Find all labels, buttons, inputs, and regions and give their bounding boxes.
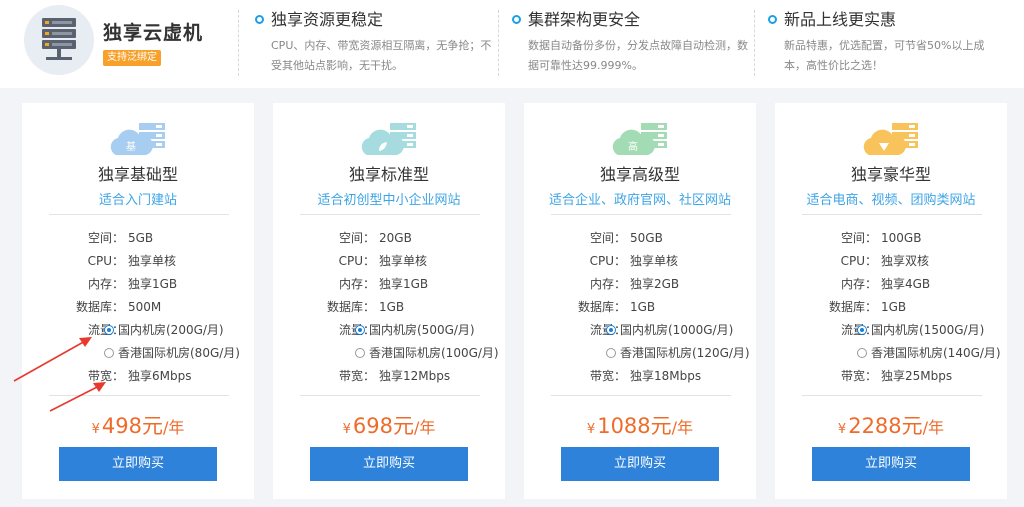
buy-now-button[interactable]: 立即购买 [812, 447, 970, 481]
feature-title: 新品上线更实惠 [784, 10, 897, 29]
spec-cpu: CPU： 独享单核 [589, 254, 679, 268]
radio-unselected-icon[interactable] [857, 348, 867, 358]
spec-database: 数据库： 1GB [326, 300, 405, 314]
cloud-server-icon [863, 123, 918, 155]
plan-title: 独享豪华型 [850, 165, 931, 184]
divider [49, 214, 229, 215]
plan-price: ¥1088元/年 [586, 414, 694, 438]
traffic-option-domestic[interactable]: 国内机房(1500G/月) [857, 322, 984, 338]
traffic-option-hongkong[interactable]: 香港国际机房(100G/月) [355, 345, 499, 361]
spec-memory: 内存： 独享4GB [840, 277, 931, 291]
radio-selected-icon[interactable] [104, 325, 114, 335]
spec-bandwidth: 带宽： 独享6Mbps [87, 369, 192, 383]
cloud-server-icon [361, 123, 416, 155]
spec-space: 空间： 20GB [338, 231, 412, 245]
buy-now-button[interactable]: 立即购买 [561, 447, 719, 481]
spec-bandwidth: 带宽： 独享18Mbps [589, 369, 702, 383]
brand-badge: 支持泛绑定 [103, 50, 161, 66]
feature-title: 集群架构更安全 [528, 10, 641, 29]
divider [300, 214, 480, 215]
plan-subtitle: 适合入门建站 [98, 193, 177, 208]
spec-memory: 内存： 独享1GB [338, 277, 429, 291]
spec-space: 空间： 50GB [589, 231, 663, 245]
spec-cpu: CPU： 独享双核 [840, 254, 930, 268]
divider [551, 214, 731, 215]
traffic-option-domestic[interactable]: 国内机房(200G/月) [104, 322, 224, 338]
brand-title: 独享云虚机 [103, 22, 204, 44]
spec-bandwidth: 带宽： 独享12Mbps [338, 369, 451, 383]
spec-cpu: CPU： 独享单核 [338, 254, 428, 268]
plan-title: 独享基础型 [97, 165, 178, 184]
plan-title: 独享高级型 [599, 165, 680, 184]
radio-selected-icon[interactable] [606, 325, 616, 335]
divider [300, 395, 480, 396]
plan-subtitle: 适合初创型中小企业网站 [317, 193, 461, 208]
spec-traffic: 流量： 国内机房(500G/月) [273, 322, 505, 338]
plan-subtitle: 适合企业、政府官网、社区网站 [548, 193, 731, 208]
feature-item: 独享资源更稳定 CPU、内存、带宽资源相互隔离，无争抢；不受其他站点影响，无干扰… [255, 10, 493, 76]
server-rack-icon [24, 5, 94, 75]
spec-database: 数据库： 1GB [577, 300, 656, 314]
spec-space: 空间： 5GB [87, 231, 154, 245]
bullet-ring-icon [512, 15, 521, 24]
radio-selected-icon[interactable] [355, 325, 365, 335]
plan-logo-char: 高 [628, 140, 638, 153]
plan-price: ¥698元/年 [342, 414, 436, 438]
plan-card-advanced: 高 独享高级型 适合企业、政府官网、社区网站 空间： 50GB CPU： 独享单核 … [524, 103, 756, 499]
buy-now-button[interactable]: 立即购买 [59, 447, 217, 481]
traffic-option-hongkong[interactable]: 香港国际机房(120G/月) [606, 345, 750, 361]
bullet-ring-icon [255, 15, 264, 24]
cloud-server-icon: 基 [110, 123, 165, 155]
spec-traffic-alt: 香港国际机房(140G/月) [775, 345, 1007, 361]
divider [49, 395, 229, 396]
radio-unselected-icon[interactable] [606, 348, 616, 358]
spec-memory: 内存： 独享1GB [87, 277, 178, 291]
traffic-option-hongkong[interactable]: 香港国际机房(140G/月) [857, 345, 1001, 361]
spec-traffic: 流量： 国内机房(200G/月) [22, 322, 254, 338]
feature-item: 新品上线更实惠 新品特惠，优选配置，可节省50%以上成本，高性价比之选！ [768, 10, 1006, 76]
traffic-option-domestic[interactable]: 国内机房(1000G/月) [606, 322, 733, 338]
header-divider [498, 10, 499, 76]
buy-now-button[interactable]: 立即购买 [310, 447, 468, 481]
traffic-option-hongkong[interactable]: 香港国际机房(80G/月) [104, 345, 240, 361]
feature-desc: 数据自动备份多份，分发点故障自动检测，数据可靠性达99.999%。 [528, 39, 748, 72]
spec-space: 空间： 100GB [840, 231, 922, 245]
plan-price: ¥498元/年 [91, 414, 185, 438]
plan-card-luxury: 独享豪华型 适合电商、视频、团购类网站 空间： 100GB CPU： 独享双核 内存… [775, 103, 1007, 499]
spec-traffic-alt: 香港国际机房(100G/月) [273, 345, 505, 361]
spec-traffic: 流量： 国内机房(1500G/月) [775, 322, 1007, 338]
spec-database: 数据库： 1GB [828, 300, 907, 314]
cloud-server-icon: 高 [612, 123, 667, 155]
feature-desc: 新品特惠，优选配置，可节省50%以上成本，高性价比之选！ [784, 39, 985, 72]
radio-unselected-icon[interactable] [355, 348, 365, 358]
spec-traffic-alt: 香港国际机房(120G/月) [524, 345, 756, 361]
plan-title: 独享标准型 [348, 165, 429, 184]
divider [802, 214, 982, 215]
divider [551, 395, 731, 396]
plan-card-standard: 独享标准型 适合初创型中小企业网站 空间： 20GB CPU： 独享单核 内存： 独享… [273, 103, 505, 499]
spec-cpu: CPU： 独享单核 [87, 254, 177, 268]
divider [802, 395, 982, 396]
spec-memory: 内存： 独享2GB [589, 277, 680, 291]
header-divider [238, 10, 239, 76]
plan-subtitle: 适合电商、视频、团购类网站 [806, 193, 976, 208]
bullet-ring-icon [768, 15, 777, 24]
traffic-option-domestic[interactable]: 国内机房(500G/月) [355, 322, 475, 338]
spec-traffic-alt: 香港国际机房(80G/月) [22, 345, 254, 361]
plan-logo-char: 基 [126, 140, 136, 153]
feature-item: 集群架构更安全 数据自动备份多份，分发点故障自动检测，数据可靠性达99.999%… [512, 10, 750, 76]
header-divider [754, 10, 755, 76]
radio-selected-icon[interactable] [857, 325, 867, 335]
feature-title: 独享资源更稳定 [271, 10, 384, 29]
spec-database: 数据库： 500M [75, 300, 162, 314]
spec-bandwidth: 带宽： 独享25Mbps [840, 369, 953, 383]
plan-price: ¥2288元/年 [837, 414, 945, 438]
header-bar: 独享云虚机 支持泛绑定 独享资源更稳定 CPU、内存、带宽资源相互隔离，无争抢；… [0, 0, 1024, 88]
feature-desc: CPU、内存、带宽资源相互隔离，无争抢；不受其他站点影响，无干扰。 [271, 39, 492, 72]
radio-unselected-icon[interactable] [104, 348, 114, 358]
spec-traffic: 流量： 国内机房(1000G/月) [524, 322, 756, 338]
plan-card-basic: 基 独享基础型 适合入门建站 空间： 5GB CPU： 独享单核 内存： 独享1GB … [22, 103, 254, 499]
